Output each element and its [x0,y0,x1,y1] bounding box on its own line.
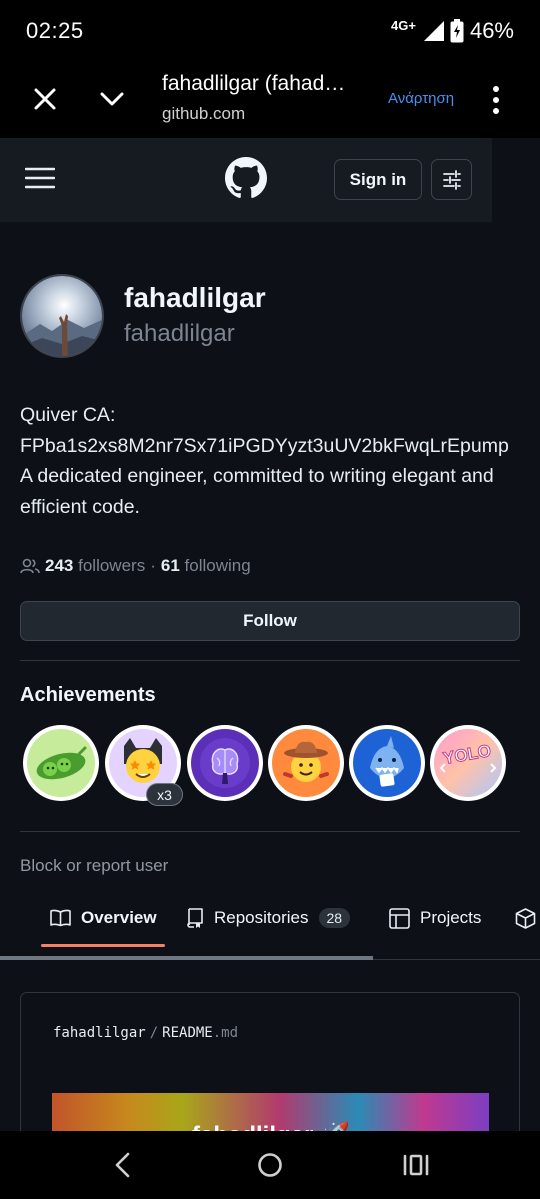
readme-banner: fahadlilgar 🚀 [52,1093,489,1131]
profile-bio: Quiver CA: FPba1s2xs8M2nr7Sx71iPGDYyzt3u… [20,400,525,522]
filter-button[interactable] [431,159,472,200]
avatar[interactable] [20,274,104,358]
galaxy-brain-badge[interactable] [186,724,264,802]
book-icon [50,909,71,927]
package-icon [515,907,536,929]
active-tab-indicator [41,944,165,947]
github-profile-page: Sign in fahadlilgar fahadlilgar Quiver C… [0,138,540,1131]
back-icon[interactable] [110,1151,136,1179]
readme-file-ext: .md [212,1025,239,1041]
bio-line: Quiver CA: [20,404,116,426]
yolo-badge[interactable]: YOLO [429,724,507,802]
readme-owner-link[interactable]: fahadlilgar [53,1025,146,1041]
browser-action-button[interactable]: Ανάρτηση [388,90,454,107]
pull-shark-badge[interactable] [348,724,426,802]
status-bar: 02:25 4G+ 46% [0,0,540,62]
profile-display-name: fahadlilgar [124,282,266,313]
battery-level: 46% [469,18,514,43]
divider [20,831,520,832]
table-icon [389,907,410,929]
system-nav-bar [0,1131,540,1199]
quickdraw-badge[interactable] [267,724,345,802]
achievements-title: Achievements [20,684,156,706]
followers-label: followers [78,556,146,575]
followers-count: 243 [45,556,74,575]
tab-repositories[interactable]: Repositories 28 [186,906,351,930]
follow-stats: 243 followers · 61 following [20,556,251,576]
sliders-icon [442,169,461,190]
sign-in-button[interactable]: Sign in [334,159,422,200]
bio-line: efficient code. [20,495,140,518]
pair-extraordinaire-badge[interactable] [22,724,100,802]
status-indicators: 4G+ 46% [391,18,514,44]
signal-icon [423,21,444,41]
readme-card: fahadlilgar/README.md fahadlilgar 🚀 [20,992,520,1131]
readme-path: fahadlilgar / README.md [53,1025,238,1041]
followers-link[interactable]: 243 followers [45,556,145,576]
github-logo-icon[interactable] [225,157,267,199]
divider [20,660,520,661]
chevron-down-icon[interactable] [97,84,127,114]
people-icon [20,558,40,574]
github-header: Sign in [0,138,492,222]
bio-line: FPba1s2xs8M2nr7Sx71iPGDYyzt3uUV2bkFwqLrE… [20,434,509,457]
block-report-link[interactable]: Block or report user [20,856,168,876]
status-time: 02:25 [26,18,84,43]
hamburger-icon[interactable] [25,167,55,189]
tab-projects[interactable]: Projects [389,906,481,930]
profile-tabs: Overview Repositories 28 Projects [0,894,540,960]
following-label: following [184,556,251,575]
following-link[interactable]: 61 following [161,556,251,576]
readme-banner-text: fahadlilgar 🚀 [192,1121,350,1131]
follow-button[interactable]: Follow [20,601,520,641]
home-icon[interactable] [256,1151,284,1179]
repositories-count-badge: 28 [318,908,351,928]
profile-username: fahadlilgar [124,320,235,347]
tab-projects-label: Projects [420,908,482,927]
bio-line: A dedicated engineer, committed to writi… [20,465,494,488]
network-label: 4G+ [391,17,416,33]
following-count: 61 [160,556,180,575]
stats-separator: · [150,556,156,575]
tabs-scroll-indicator [0,956,373,960]
repo-icon [187,908,203,928]
battery-icon [450,19,464,43]
browser-toolbar: fahadlilgar (fahad… github.com Ανάρτηση [0,62,540,138]
starstruck-count-badge: x3 [146,783,183,806]
tab-packages[interactable] [515,906,536,930]
close-icon[interactable] [30,84,60,114]
tab-overview-label: Overview [81,908,157,927]
browser-url: github.com [162,104,246,123]
more-vertical-icon[interactable] [484,84,508,116]
recents-icon[interactable] [402,1152,430,1178]
browser-page-title: fahadlilgar (fahad… [162,72,346,95]
readme-file-name: README [162,1025,213,1041]
tab-repositories-label: Repositories [214,908,309,927]
readme-path-separator: / [149,1025,159,1041]
tab-overview[interactable]: Overview [50,906,157,930]
